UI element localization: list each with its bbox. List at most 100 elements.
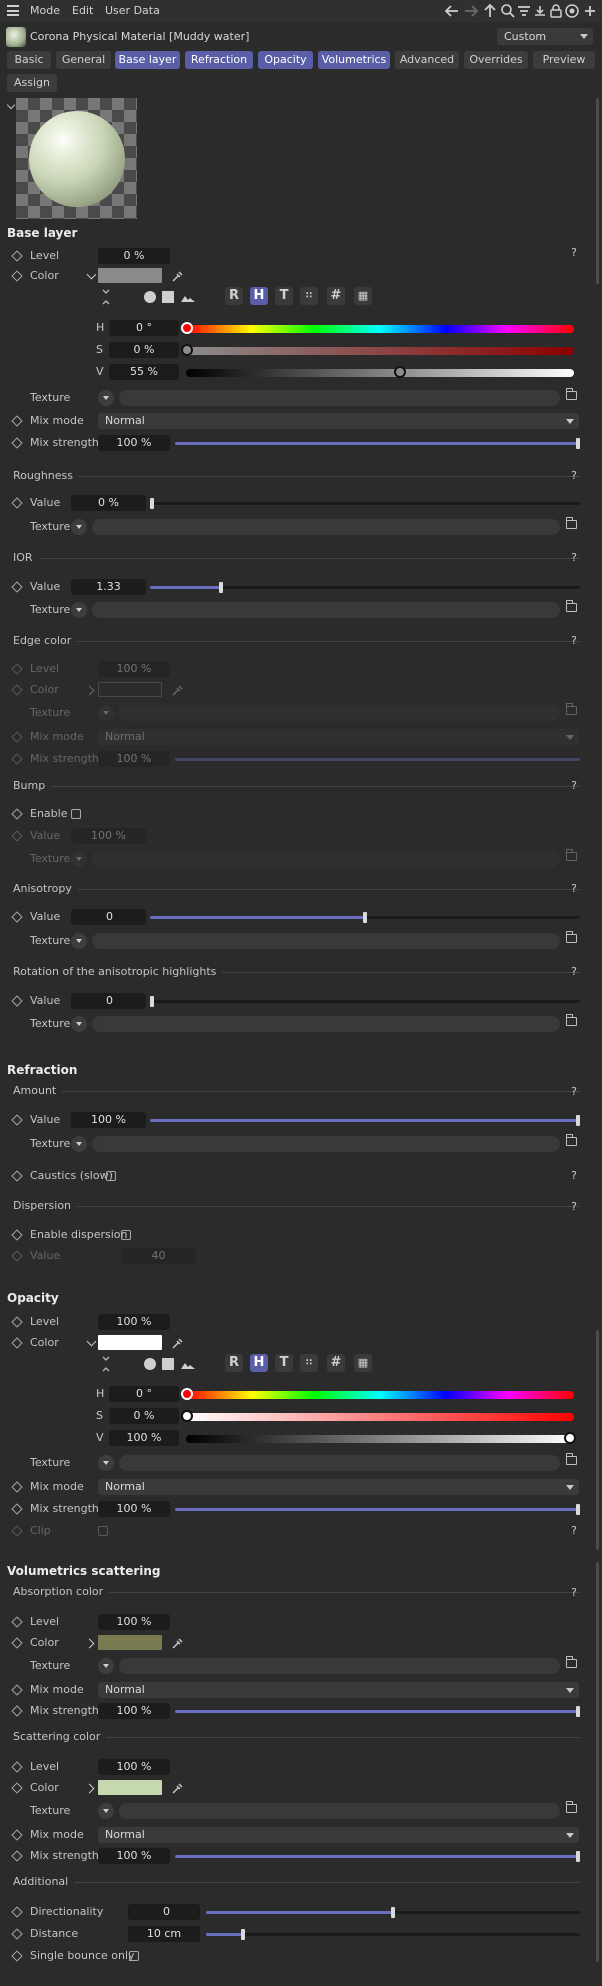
- ior-slider[interactable]: [150, 582, 580, 593]
- folder-icon[interactable]: [566, 1014, 577, 1026]
- base-hue-field[interactable]: 0 °: [109, 320, 179, 336]
- base-mix-mode-dropdown[interactable]: Normal: [98, 413, 579, 429]
- directionality-slider[interactable]: [206, 1907, 580, 1918]
- distance-field[interactable]: 10 cm: [128, 1926, 200, 1942]
- temperature-mode-button[interactable]: T: [275, 1354, 293, 1372]
- anisotropy-texture-slot[interactable]: [92, 933, 560, 949]
- color-square-icon[interactable]: [162, 291, 174, 303]
- folder-icon[interactable]: [566, 1134, 577, 1146]
- keyframe-diamond-icon[interactable]: [11, 1337, 23, 1349]
- folder-icon[interactable]: [566, 1453, 577, 1465]
- slider-knob[interactable]: [150, 498, 154, 509]
- mixing-mode-icon[interactable]: ∷: [300, 1354, 318, 1372]
- amount-texture-slot[interactable]: [92, 1136, 560, 1152]
- keyframe-diamond-icon[interactable]: [11, 1229, 23, 1241]
- tab-refraction[interactable]: Refraction: [185, 51, 253, 69]
- image-picker-icon[interactable]: [180, 1357, 196, 1371]
- keyframe-diamond-icon[interactable]: [11, 1928, 23, 1940]
- tab-opacity[interactable]: Opacity: [258, 51, 313, 69]
- help-icon[interactable]: ?: [571, 965, 577, 978]
- bump-enable-checkbox[interactable]: [71, 809, 81, 819]
- absorption-color-swatch[interactable]: [98, 1635, 162, 1650]
- texture-link-button[interactable]: [98, 1803, 114, 1819]
- absorption-mix-strength-field[interactable]: 100 %: [98, 1703, 170, 1719]
- keyframe-diamond-icon[interactable]: [11, 437, 23, 449]
- scattering-level-field[interactable]: 100 %: [98, 1759, 170, 1775]
- texture-link-button[interactable]: [98, 390, 114, 406]
- add-icon[interactable]: [582, 3, 598, 19]
- keyframe-diamond-icon[interactable]: [11, 250, 23, 262]
- preset-dropdown[interactable]: Custom: [497, 28, 593, 45]
- swatches-mode-icon[interactable]: ▦: [354, 287, 372, 305]
- keyframe-diamond-icon[interactable]: [11, 270, 23, 282]
- eyedropper-icon[interactable]: [172, 1782, 184, 1794]
- keyframe-diamond-icon[interactable]: [11, 1316, 23, 1328]
- keyframe-diamond-icon[interactable]: [11, 1503, 23, 1515]
- base-level-field[interactable]: 0 %: [98, 248, 170, 264]
- hex-mode-button[interactable]: #: [327, 287, 345, 305]
- slider-knob[interactable]: [181, 1388, 193, 1400]
- lock-icon[interactable]: [548, 3, 564, 19]
- color-wheel-icon[interactable]: [144, 291, 156, 303]
- menu-mode[interactable]: Mode: [30, 4, 60, 17]
- tab-advanced[interactable]: Advanced: [395, 51, 459, 69]
- help-icon[interactable]: ?: [571, 882, 577, 895]
- base-texture-slot[interactable]: [119, 390, 560, 406]
- rgb-mode-button[interactable]: R: [225, 287, 243, 305]
- keyframe-diamond-icon[interactable]: [11, 808, 23, 820]
- rotation-texture-slot[interactable]: [92, 1016, 560, 1032]
- base-hue-slider[interactable]: [181, 322, 574, 334]
- keyframe-diamond-icon[interactable]: [11, 1684, 23, 1696]
- mixing-mode-icon[interactable]: ∷: [300, 287, 318, 305]
- slider-knob[interactable]: [576, 438, 580, 449]
- help-icon[interactable]: ?: [571, 1200, 577, 1213]
- texture-link-button[interactable]: [98, 1658, 114, 1674]
- roughness-slider[interactable]: [150, 498, 580, 509]
- amount-slider[interactable]: [150, 1115, 580, 1126]
- base-mix-strength-slider[interactable]: [175, 438, 580, 449]
- slider-knob[interactable]: [391, 1907, 395, 1918]
- texture-link-button[interactable]: [71, 933, 87, 949]
- hsv-mode-button[interactable]: H: [250, 1354, 268, 1372]
- slider-knob[interactable]: [564, 1432, 576, 1444]
- search-icon[interactable]: [500, 3, 516, 19]
- image-picker-icon[interactable]: [180, 290, 196, 304]
- texture-link-button[interactable]: [71, 1136, 87, 1152]
- ior-texture-slot[interactable]: [92, 602, 560, 618]
- tab-base-layer[interactable]: Base layer: [115, 51, 180, 69]
- swatches-mode-icon[interactable]: ▦: [354, 1354, 372, 1372]
- dispersion-checkbox[interactable]: [121, 1230, 131, 1240]
- assign-button[interactable]: Assign: [7, 74, 57, 92]
- folder-icon[interactable]: [566, 517, 577, 529]
- color-square-icon[interactable]: [162, 1358, 174, 1370]
- base-value-slider[interactable]: [186, 366, 574, 378]
- base-saturation-slider[interactable]: [181, 344, 574, 356]
- anisotropy-slider[interactable]: [150, 912, 580, 923]
- keyframe-diamond-icon[interactable]: [11, 415, 23, 427]
- texture-link-button[interactable]: [98, 1455, 114, 1471]
- opacity-hue-field[interactable]: 0 °: [109, 1386, 179, 1402]
- slider-knob[interactable]: [241, 1929, 245, 1940]
- opacity-level-field[interactable]: 100 %: [98, 1314, 170, 1330]
- keyframe-diamond-icon[interactable]: [11, 1616, 23, 1628]
- folder-icon[interactable]: [566, 1801, 577, 1813]
- base-value-field[interactable]: 55 %: [109, 364, 179, 380]
- help-icon[interactable]: ?: [571, 634, 577, 647]
- absorption-mix-strength-slider[interactable]: [175, 1706, 580, 1717]
- opacity-value-slider[interactable]: [186, 1432, 576, 1444]
- slider-knob[interactable]: [181, 344, 193, 356]
- hsv-mode-button[interactable]: H: [250, 287, 268, 305]
- menu-edit[interactable]: Edit: [72, 4, 93, 17]
- folder-icon[interactable]: [566, 1656, 577, 1668]
- keyframe-diamond-icon[interactable]: [11, 1761, 23, 1773]
- opacity-hue-slider[interactable]: [181, 1388, 574, 1400]
- hamburger-icon[interactable]: [7, 5, 19, 16]
- chevron-down-icon[interactable]: [86, 1336, 97, 1347]
- absorption-mix-mode-dropdown[interactable]: Normal: [98, 1682, 579, 1698]
- filter-icon[interactable]: [516, 3, 532, 19]
- collapse-arrows-icon[interactable]: [101, 288, 111, 306]
- scattering-mix-strength-field[interactable]: 100 %: [98, 1848, 170, 1864]
- help-icon[interactable]: ?: [571, 1586, 577, 1599]
- eyedropper-icon[interactable]: [172, 270, 184, 282]
- up-arrow-icon[interactable]: [482, 3, 498, 19]
